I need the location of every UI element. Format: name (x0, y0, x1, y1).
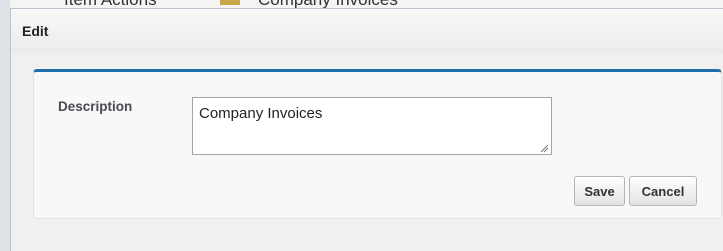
cancel-button[interactable]: Cancel (629, 176, 697, 206)
edit-dialog: Edit Description Company Invoices Save C… (10, 8, 723, 251)
description-textarea[interactable]: Company Invoices (192, 97, 552, 155)
background-left-edge (0, 0, 10, 251)
save-button[interactable]: Save (574, 176, 625, 206)
item-actions-menu[interactable]: Item Actions (64, 0, 157, 8)
edit-form-panel: Description Company Invoices Save Cancel (33, 69, 722, 219)
page: Item Actions Company Invoices Edit Descr… (0, 0, 723, 251)
dialog-header[interactable]: Edit (11, 9, 723, 54)
dialog-body: Description Company Invoices Save Cancel (11, 53, 723, 251)
background-folder-name[interactable]: Company Invoices (258, 0, 398, 8)
dialog-title: Edit (22, 23, 49, 39)
background-page-strip: Item Actions Company Invoices (0, 0, 723, 8)
description-label: Description (58, 99, 133, 114)
folder-icon (220, 0, 240, 5)
